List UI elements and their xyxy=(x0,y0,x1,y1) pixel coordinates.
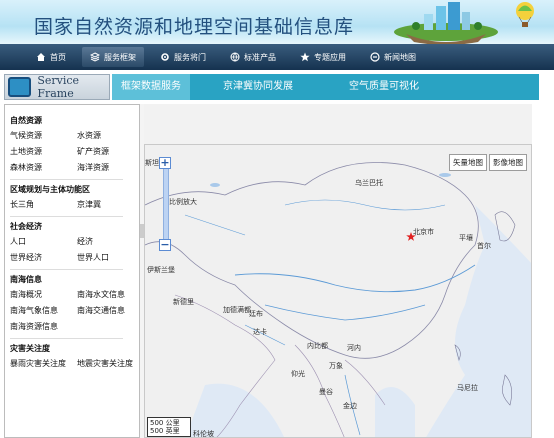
section-title: 区域规划与主体功能区 xyxy=(10,185,90,194)
map-label-islamabad: 伊斯兰堡 xyxy=(147,266,175,274)
map-label-tajikistan: 斯坦 xyxy=(145,159,159,167)
map-canvas xyxy=(145,162,531,437)
monitor-icon xyxy=(8,77,32,97)
service-frame-logo: Service Frame xyxy=(4,74,110,100)
nav-item-label: 首页 xyxy=(50,52,66,62)
news-icon xyxy=(370,52,380,62)
zoom-in-button[interactable]: + xyxy=(159,157,171,169)
sidebar-link[interactable]: 暴雨灾害关注度 xyxy=(10,358,77,369)
logo-text: Service Frame xyxy=(37,74,80,100)
main-nav: 首页 服务框架 服务将门 标准产品 专题应用 新闻地图 xyxy=(0,44,554,70)
sidebar-link[interactable]: 南海资源信息 xyxy=(10,321,77,332)
map-label-kathmandu: 加德满都 xyxy=(223,306,251,314)
sidebar: 自然资源 气候资源 水资源 土地资源 矿产资源 森林资源 海洋资源 区域规划与主… xyxy=(4,104,140,438)
site-banner: 国家自然资源和地理空间基础信息库 xyxy=(0,0,554,44)
sidebar-link[interactable]: 人口 xyxy=(10,236,77,247)
map-label-colombo: 科伦坡 xyxy=(193,430,214,438)
map-label-bangkok: 曼谷 xyxy=(319,388,333,396)
sidebar-link[interactable]: 森林资源 xyxy=(10,162,77,173)
star-icon xyxy=(300,52,310,62)
tab-jingjinji[interactable]: 京津冀协同发展 xyxy=(214,74,302,100)
nav-item-label: 服务将门 xyxy=(174,52,206,62)
nav-item-label: 专题应用 xyxy=(314,52,346,62)
section-title: 灾害关注度 xyxy=(10,344,50,353)
section-divider xyxy=(10,269,123,270)
nav-item-standard-products[interactable]: 标准产品 xyxy=(222,47,284,67)
zoom-control: + − 比例放大 xyxy=(159,157,197,251)
sidebar-link[interactable]: 地震灾害关注度 xyxy=(77,358,144,369)
sidebar-link[interactable]: 南海交通信息 xyxy=(77,305,144,316)
map-scale-bar: 500 公里 500 英里 xyxy=(147,417,191,437)
section-title: 社会经济 xyxy=(10,222,42,231)
section-title: 南海信息 xyxy=(10,275,42,284)
nav-item-thematic-apps[interactable]: 专题应用 xyxy=(292,47,354,67)
sub-header: Service Frame 框架数据服务 京津冀协同发展 空气质量可视化 xyxy=(0,70,554,104)
nav-item-service-portal[interactable]: 服务将门 xyxy=(152,47,214,67)
section-divider xyxy=(10,338,123,339)
map-label-ulaanbaatar: 乌兰巴托 xyxy=(355,179,383,187)
map-label-vientiane: 万象 xyxy=(329,362,343,370)
vector-map-button[interactable]: 矢量地图 xyxy=(449,154,487,171)
map-label-seoul: 首尔 xyxy=(477,242,491,250)
nav-item-label: 服务框架 xyxy=(104,52,136,62)
sidebar-link[interactable]: 世界人口 xyxy=(77,252,144,263)
sub-tabs: 框架数据服务 京津冀协同发展 空气质量可视化 xyxy=(112,74,539,100)
nav-item-label: 标准产品 xyxy=(244,52,276,62)
map-view[interactable]: 矢量地图 影像地图 + − 比例放大 斯坦 乌兰巴托 北京市 平壤 首尔 伊斯兰… xyxy=(144,144,532,438)
sidebar-link[interactable]: 土地资源 xyxy=(10,146,77,157)
layers-icon xyxy=(90,52,100,62)
map-label-naypyidaw: 内比都 xyxy=(307,342,328,350)
page-right-margin xyxy=(532,104,554,438)
map-label-hanoi: 河内 xyxy=(347,344,361,352)
sidebar-link[interactable]: 南海概况 xyxy=(10,289,77,300)
imagery-map-button[interactable]: 影像地图 xyxy=(489,154,527,171)
map-label-newdelhi: 新德里 xyxy=(173,298,194,306)
map-type-switch: 矢量地图 影像地图 xyxy=(449,154,527,171)
zoom-level-label: 比例放大 xyxy=(169,198,197,206)
floating-island-illustration xyxy=(394,2,498,44)
map-label-dhaka: 达卡 xyxy=(253,328,267,336)
map-label-manila: 马尼拉 xyxy=(457,384,478,392)
sidebar-link[interactable]: 矿产资源 xyxy=(77,146,144,157)
globe-icon xyxy=(230,52,240,62)
sidebar-link[interactable]: 水资源 xyxy=(77,130,144,141)
map-label-beijing: 北京市 xyxy=(413,228,434,236)
hot-air-balloon-illustration xyxy=(516,2,534,27)
sidebar-link[interactable]: 南海气象信息 xyxy=(10,305,77,316)
nav-item-home[interactable]: 首页 xyxy=(28,47,74,67)
map-label-yangon: 仰光 xyxy=(291,370,305,378)
scale-mile-label: 500 英里 xyxy=(150,427,180,435)
zoom-out-button[interactable]: − xyxy=(159,239,171,251)
map-label-phnompenh: 金边 xyxy=(343,402,357,410)
tab-air-quality[interactable]: 空气质量可视化 xyxy=(340,74,428,100)
sidebar-link[interactable]: 海洋资源 xyxy=(77,162,144,173)
site-title: 国家自然资源和地理空间基础信息库 xyxy=(34,16,355,38)
sidebar-link[interactable]: 京津冀 xyxy=(77,199,144,210)
map-header-area xyxy=(144,104,532,144)
section-title: 自然资源 xyxy=(10,116,42,125)
map-label-thimphu: 廷布 xyxy=(249,310,263,318)
sidebar-link[interactable]: 经济 xyxy=(77,236,144,247)
section-divider xyxy=(10,179,123,180)
sidebar-link[interactable]: 长三角 xyxy=(10,199,77,210)
nav-item-news-map[interactable]: 新闻地图 xyxy=(362,47,424,67)
home-icon xyxy=(37,53,45,61)
nav-item-label: 新闻地图 xyxy=(384,52,416,62)
map-label-pyongyang: 平壤 xyxy=(459,234,473,242)
sidebar-link[interactable]: 南海水文信息 xyxy=(77,289,144,300)
tab-framework-data[interactable]: 框架数据服务 xyxy=(112,74,190,100)
section-divider xyxy=(10,216,123,217)
sidebar-link[interactable]: 气候资源 xyxy=(10,130,77,141)
gear-icon xyxy=(161,53,169,61)
nav-item-service-frame[interactable]: 服务框架 xyxy=(82,47,144,67)
sidebar-link[interactable]: 世界经济 xyxy=(10,252,77,263)
scale-km-label: 500 公里 xyxy=(150,419,180,427)
